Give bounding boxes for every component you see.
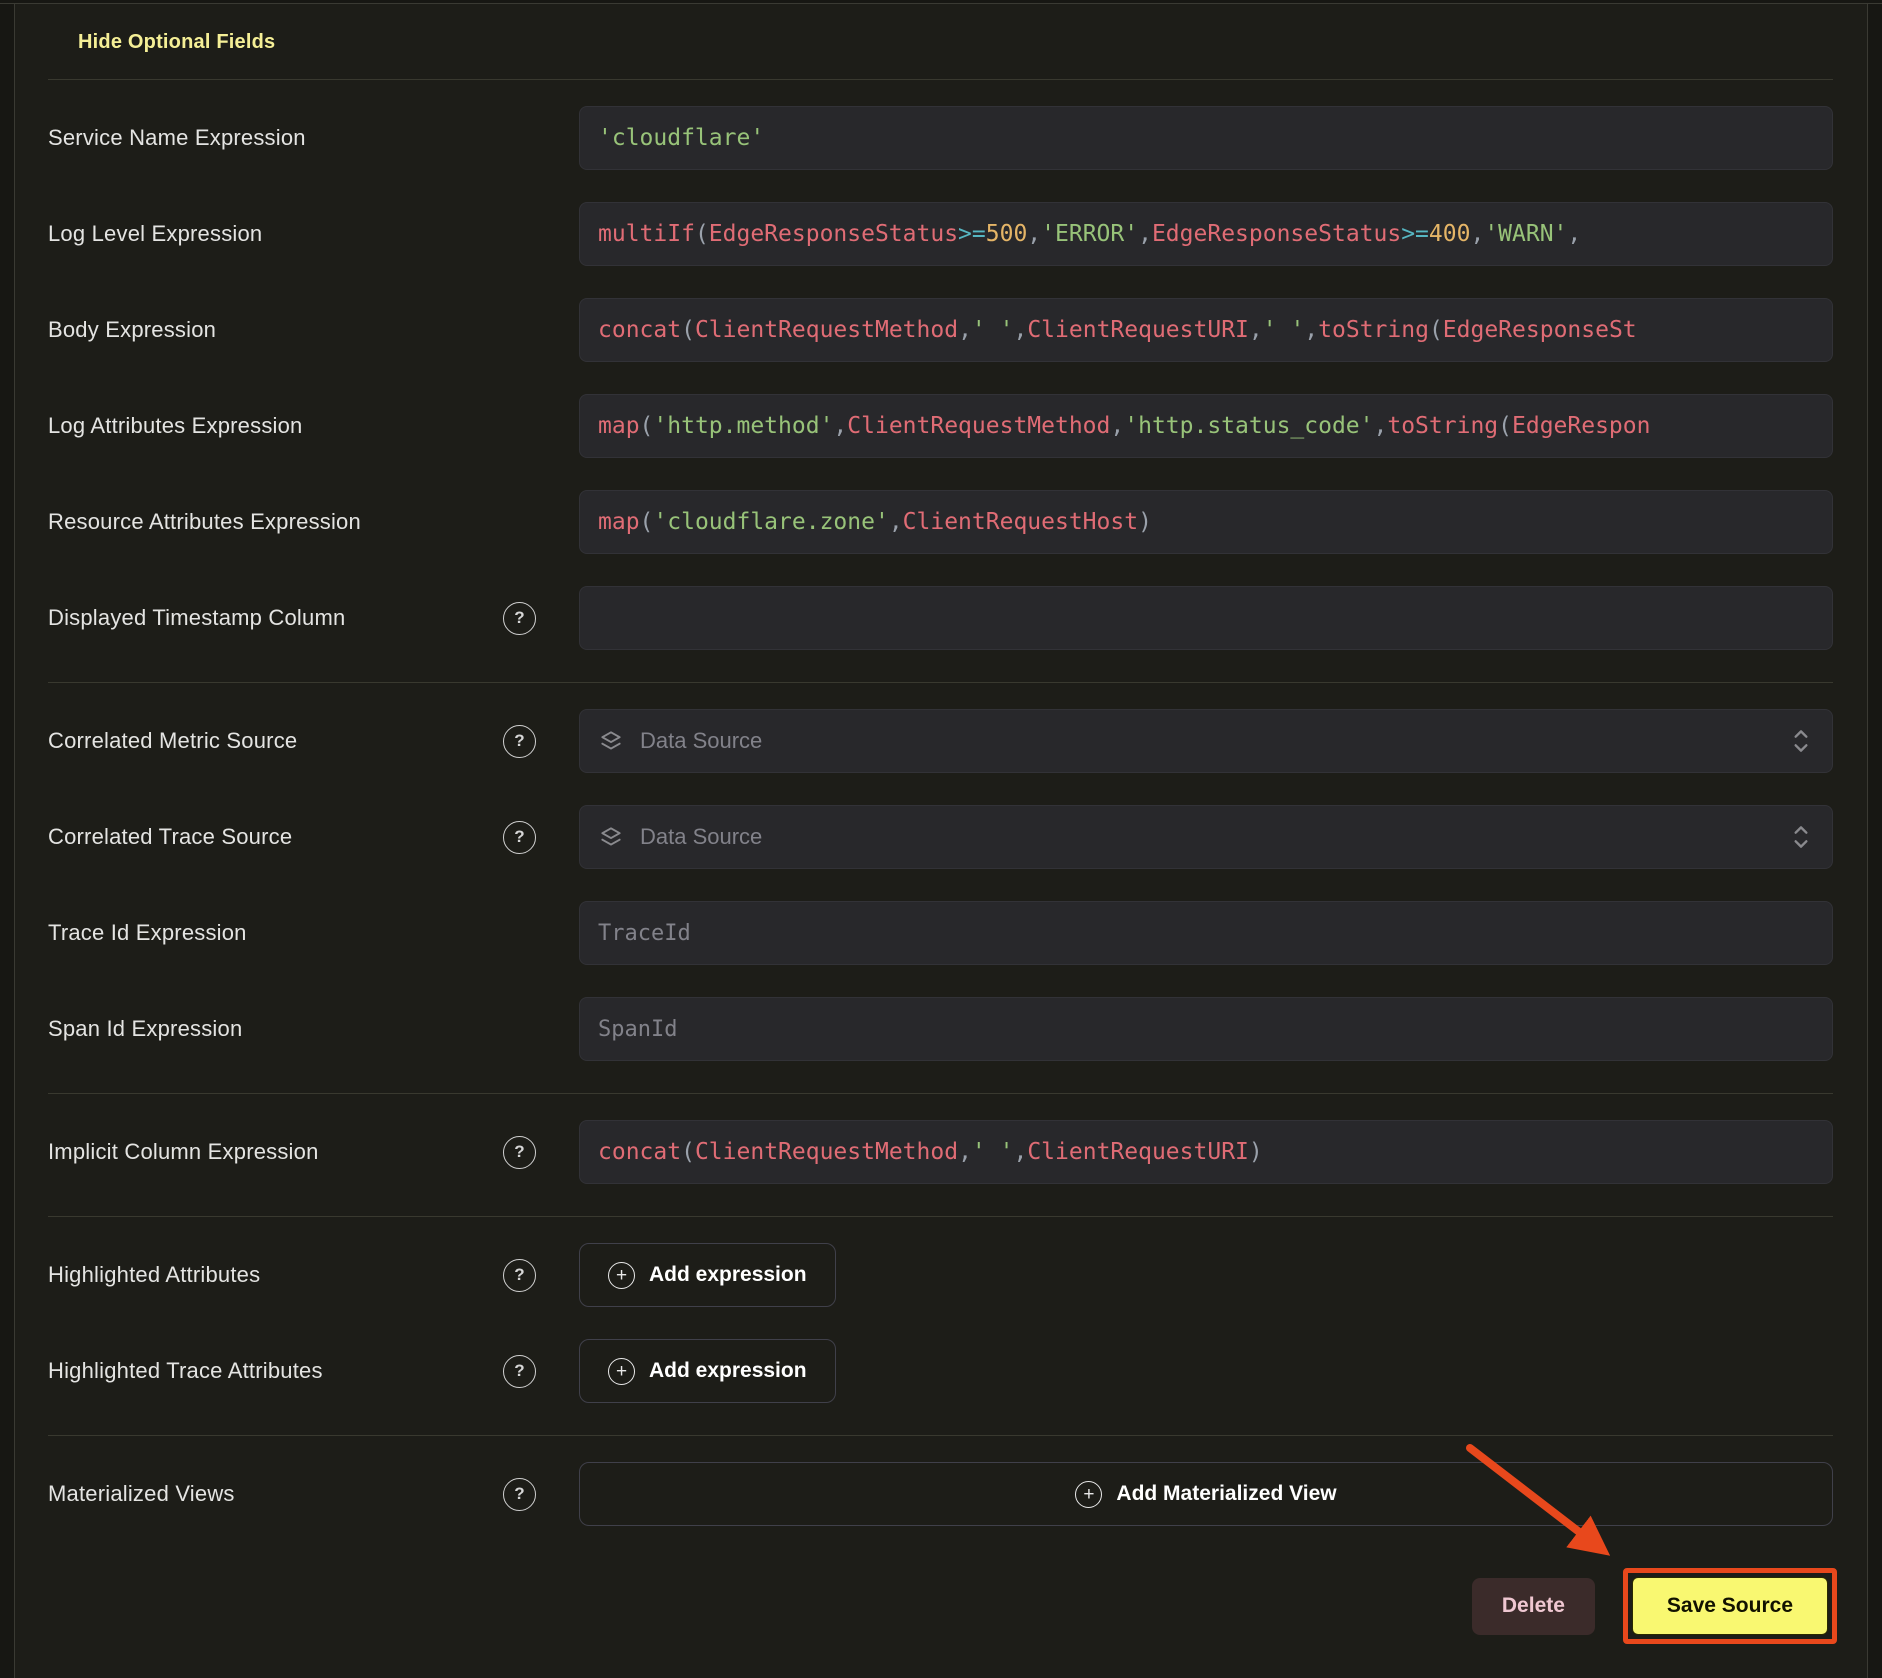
row-log-level-expression: Log Level Expression multiIf(EdgeRespons… — [48, 202, 1833, 266]
source-form-panel: Hide Optional Fields Service Name Expres… — [14, 3, 1868, 1678]
delete-button[interactable]: Delete — [1472, 1578, 1595, 1635]
help-icon[interactable]: ? — [503, 1136, 536, 1169]
add-expression-button[interactable]: + Add expression — [579, 1339, 836, 1403]
help-col: ? — [503, 602, 579, 635]
help-col: ? — [503, 1136, 579, 1169]
add-expression-label: Add expression — [649, 1263, 807, 1287]
resource-attributes-expression-input[interactable]: map('cloudflare.zone', ClientRequestHost… — [579, 490, 1833, 554]
divider — [48, 682, 1833, 683]
help-col: ? — [503, 1259, 579, 1292]
trace-id-expression-input[interactable] — [579, 901, 1833, 965]
chevron-updown-icon — [1790, 806, 1812, 868]
add-materialized-view-button[interactable]: + Add Materialized View — [579, 1462, 1833, 1526]
row-implicit-column-expression: Implicit Column Expression ? concat(Clie… — [48, 1120, 1833, 1184]
highlighted-trace-attributes-label: Highlighted Trace Attributes — [48, 1358, 503, 1384]
implicit-column-expression-input[interactable]: concat(ClientRequestMethod, ' ', ClientR… — [579, 1120, 1833, 1184]
help-icon[interactable]: ? — [503, 821, 536, 854]
span-id-expression-label: Span Id Expression — [48, 1016, 503, 1042]
plus-circle-icon: + — [608, 1262, 635, 1289]
materialized-views-label: Materialized Views — [48, 1481, 503, 1507]
correlated-trace-source-select[interactable]: Data Source — [579, 805, 1833, 869]
row-displayed-timestamp-column: Displayed Timestamp Column ? — [48, 586, 1833, 650]
displayed-timestamp-column-label: Displayed Timestamp Column — [48, 605, 503, 631]
row-log-attributes-expression: Log Attributes Expression map('http.meth… — [48, 394, 1833, 458]
correlated-metric-source-label: Correlated Metric Source — [48, 728, 503, 754]
divider — [48, 1435, 1833, 1436]
row-trace-id-expression: Trace Id Expression — [48, 901, 1833, 965]
highlighted-attributes-label: Highlighted Attributes — [48, 1262, 503, 1288]
log-level-expression-label: Log Level Expression — [48, 221, 503, 247]
help-col: ? — [503, 725, 579, 758]
help-icon[interactable]: ? — [503, 1355, 536, 1388]
help-icon[interactable]: ? — [503, 1478, 536, 1511]
help-col: ? — [503, 1355, 579, 1388]
add-expression-label: Add expression — [649, 1359, 807, 1383]
implicit-column-expression-label: Implicit Column Expression — [48, 1139, 503, 1165]
row-service-name-expression: Service Name Expression 'cloudflare' — [48, 106, 1833, 170]
help-col: ? — [503, 821, 579, 854]
body-expression-label: Body Expression — [48, 317, 503, 343]
help-icon[interactable]: ? — [503, 725, 536, 758]
row-resource-attributes-expression: Resource Attributes Expression map('clou… — [48, 490, 1833, 554]
layers-icon — [598, 728, 624, 754]
row-materialized-views: Materialized Views ? + Add Materialized … — [48, 1462, 1833, 1526]
save-source-button[interactable]: Save Source — [1632, 1577, 1828, 1635]
help-col: ? — [503, 1478, 579, 1511]
log-attributes-expression-input[interactable]: map('http.method', ClientRequestMethod, … — [579, 394, 1833, 458]
resource-attributes-expression-label: Resource Attributes Expression — [48, 509, 503, 535]
select-placeholder: Data Source — [640, 728, 762, 754]
hide-optional-fields-link[interactable]: Hide Optional Fields — [78, 31, 275, 54]
divider — [48, 1216, 1833, 1217]
plus-circle-icon: + — [1075, 1481, 1102, 1508]
chevron-updown-icon — [1790, 710, 1812, 772]
row-correlated-metric-source: Correlated Metric Source ? Data Source — [48, 709, 1833, 773]
form-footer: Delete Save Source — [48, 1568, 1837, 1644]
row-highlighted-trace-attributes: Highlighted Trace Attributes ? + Add exp… — [48, 1339, 1833, 1403]
correlated-trace-source-label: Correlated Trace Source — [48, 824, 503, 850]
row-body-expression: Body Expression concat(ClientRequestMeth… — [48, 298, 1833, 362]
correlated-metric-source-select[interactable]: Data Source — [579, 709, 1833, 773]
log-level-expression-input[interactable]: multiIf(EdgeResponseStatus >= 500, 'ERRO… — [579, 202, 1833, 266]
row-span-id-expression: Span Id Expression — [48, 997, 1833, 1061]
annotation-highlight-box: Save Source — [1623, 1568, 1837, 1644]
help-icon[interactable]: ? — [503, 1259, 536, 1292]
service-name-expression-label: Service Name Expression — [48, 125, 503, 151]
help-icon[interactable]: ? — [503, 602, 536, 635]
select-placeholder: Data Source — [640, 824, 762, 850]
plus-circle-icon: + — [608, 1358, 635, 1385]
layers-icon — [598, 824, 624, 850]
span-id-expression-input[interactable] — [579, 997, 1833, 1061]
body-expression-input[interactable]: concat(ClientRequestMethod, ' ', ClientR… — [579, 298, 1833, 362]
add-expression-button[interactable]: + Add expression — [579, 1243, 836, 1307]
displayed-timestamp-column-input[interactable] — [579, 586, 1833, 650]
service-name-expression-input[interactable]: 'cloudflare' — [579, 106, 1833, 170]
divider — [48, 1093, 1833, 1094]
log-attributes-expression-label: Log Attributes Expression — [48, 413, 503, 439]
trace-id-expression-label: Trace Id Expression — [48, 920, 503, 946]
add-materialized-view-label: Add Materialized View — [1116, 1482, 1336, 1506]
divider — [48, 79, 1833, 80]
row-correlated-trace-source: Correlated Trace Source ? Data Source — [48, 805, 1833, 869]
row-highlighted-attributes: Highlighted Attributes ? + Add expressio… — [48, 1243, 1833, 1307]
